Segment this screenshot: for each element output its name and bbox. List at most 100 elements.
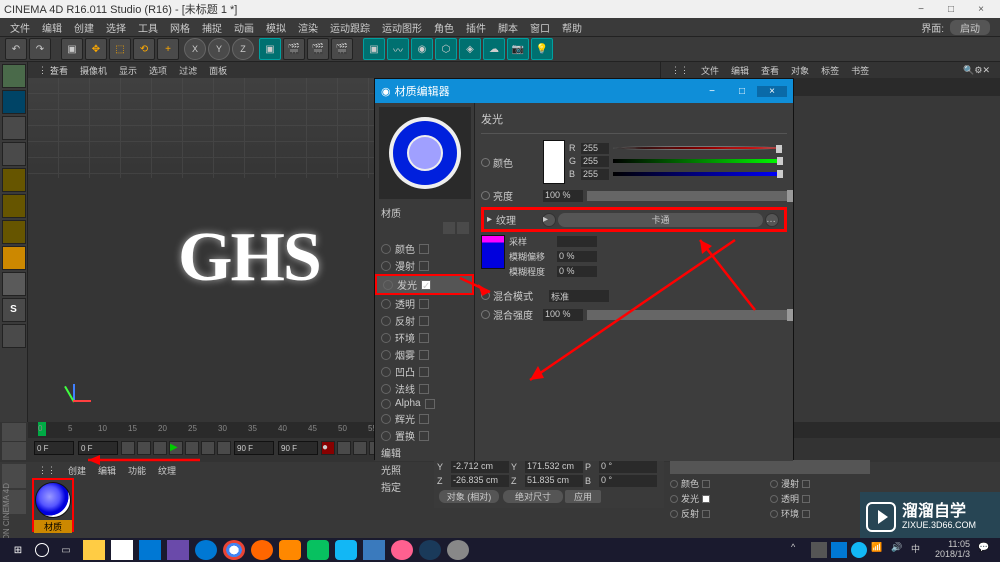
select-tool[interactable]: ▣	[61, 38, 83, 60]
material-editor-titlebar[interactable]: ◉ 材质编辑器 − □ ×	[375, 79, 793, 103]
add-spline-button[interactable]: 〰	[387, 38, 409, 60]
menu-snap[interactable]: 捕捉	[196, 20, 228, 35]
add-cube-button[interactable]: ▣	[363, 38, 385, 60]
tl-play-button[interactable]: ▶	[169, 441, 183, 455]
mm-texture[interactable]: 纹理	[152, 464, 182, 477]
add-env-button[interactable]: ☁	[483, 38, 505, 60]
tl-icon-1[interactable]	[2, 423, 26, 441]
model-mode-icon[interactable]	[2, 90, 26, 114]
channel-reflection[interactable]: 反射	[375, 312, 474, 329]
menu-plugins[interactable]: 插件	[460, 20, 492, 35]
mix-mode-select[interactable]: 标准	[549, 290, 609, 302]
rotate-tool[interactable]: ⟲	[133, 38, 155, 60]
size-mode-select[interactable]: 绝对尺寸	[503, 490, 563, 503]
g-slider[interactable]	[613, 159, 783, 163]
maximize-button[interactable]: □	[936, 4, 966, 15]
channel-fog[interactable]: 烟雾	[375, 346, 474, 363]
apply-button[interactable]: 应用	[565, 490, 601, 503]
poly-mode-icon[interactable]	[2, 220, 26, 244]
color-swatch[interactable]	[543, 140, 565, 184]
r-slider[interactable]	[613, 146, 783, 150]
texture-browse-button[interactable]: …	[765, 213, 779, 227]
menu-track[interactable]: 运动跟踪	[324, 20, 376, 35]
tray-volume-icon[interactable]: 🔊	[891, 542, 907, 558]
texture-menu-button[interactable]: ▸	[542, 213, 556, 227]
blur-offset-field[interactable]: 0 %	[557, 251, 597, 262]
tl-autokey-button[interactable]	[337, 441, 351, 455]
r-field[interactable]: 255	[581, 143, 609, 154]
tl-key-pos-button[interactable]	[353, 441, 367, 455]
z-lock-button[interactable]: Z	[232, 38, 254, 60]
material-name-field[interactable]: 材质	[375, 203, 474, 222]
menu-sim[interactable]: 模拟	[260, 20, 292, 35]
tray-up-icon[interactable]: ^	[791, 542, 807, 558]
add-generator-button[interactable]: ⬡	[435, 38, 457, 60]
channel-luminance[interactable]: 发光✓	[375, 274, 474, 295]
b-slider[interactable]	[613, 172, 783, 176]
edge-mode-icon[interactable]	[2, 194, 26, 218]
wechat-icon[interactable]	[307, 540, 329, 560]
tl-start-field[interactable]: 0 F	[34, 441, 74, 455]
channel-color[interactable]: 颜色	[375, 240, 474, 257]
om-bookmarks[interactable]: 书签	[845, 64, 875, 77]
mm-function[interactable]: 功能	[122, 464, 152, 477]
blur-scale-field[interactable]: 0 %	[557, 266, 597, 277]
close-button[interactable]: ×	[966, 4, 996, 15]
menu-tools[interactable]: 工具	[132, 20, 164, 35]
tl-next-frame-button[interactable]	[185, 441, 199, 455]
vp-view[interactable]: 查看	[44, 64, 74, 77]
menu-char[interactable]: 角色	[428, 20, 460, 35]
render-settings-button[interactable]: 🎬	[331, 38, 353, 60]
brightness-field[interactable]: 100 %	[543, 190, 583, 202]
om-tags[interactable]: 标签	[815, 64, 845, 77]
add-nurbs-button[interactable]: ◉	[411, 38, 433, 60]
g-field[interactable]: 255	[581, 156, 609, 167]
om-view[interactable]: 查看	[755, 64, 785, 77]
menu-anim[interactable]: 动画	[228, 20, 260, 35]
menu-select[interactable]: 选择	[100, 20, 132, 35]
make-editable-icon[interactable]	[2, 64, 26, 88]
tray-network-icon[interactable]: 📶	[871, 542, 887, 558]
sample-field[interactable]	[557, 236, 597, 247]
snap-enable-icon[interactable]: S	[2, 298, 26, 322]
axis-icon[interactable]	[2, 246, 26, 270]
taskbar-clock[interactable]: 11:05 2018/1/3	[929, 540, 976, 560]
tray-ime-icon[interactable]: 中	[911, 542, 927, 558]
channel-alpha[interactable]: Alpha	[375, 397, 474, 410]
menu-script[interactable]: 脚本	[492, 20, 524, 35]
mix-strength-slider[interactable]	[587, 310, 787, 320]
tl-goto-end-button[interactable]	[217, 441, 231, 455]
vp-display[interactable]: 显示	[113, 64, 143, 77]
channel-illumination[interactable]: 光照	[375, 461, 474, 478]
me-close-button[interactable]: ×	[757, 86, 787, 97]
vp-filter[interactable]: 过滤	[173, 64, 203, 77]
texture-field[interactable]: 卡通	[558, 213, 763, 227]
menu-window[interactable]: 窗口	[524, 20, 556, 35]
app-icon-orange[interactable]	[251, 540, 273, 560]
tl-next-key-button[interactable]	[201, 441, 215, 455]
texture-thumbnail[interactable]	[481, 235, 505, 269]
channel-glow[interactable]: 辉光	[375, 410, 474, 427]
mouse-icon[interactable]	[2, 272, 26, 296]
app-icon-gray[interactable]	[447, 540, 469, 560]
taskview-icon[interactable]: ▭	[55, 540, 77, 560]
layout-selector[interactable]: 启动	[950, 20, 990, 35]
last-tool[interactable]: +	[157, 38, 179, 60]
tray-icon-1[interactable]	[811, 542, 827, 558]
store-icon[interactable]	[111, 540, 133, 560]
tl-record-button[interactable]: ●	[321, 441, 335, 455]
y-lock-button[interactable]: Y	[208, 38, 230, 60]
vp-panel[interactable]: 面板	[203, 64, 233, 77]
mm-create[interactable]: 创建	[62, 464, 92, 477]
scale-tool[interactable]: ⬚	[109, 38, 131, 60]
menu-help[interactable]: 帮助	[556, 20, 588, 35]
channel-assignment[interactable]: 指定	[375, 478, 474, 495]
om-edit[interactable]: 编辑	[725, 64, 755, 77]
me-maximize-button[interactable]: □	[727, 86, 757, 97]
vp-options[interactable]: 选项	[143, 64, 173, 77]
tray-qq-icon[interactable]	[851, 542, 867, 558]
vp-camera[interactable]: 摄像机	[74, 64, 113, 77]
om-file[interactable]: 文件	[695, 64, 725, 77]
tl-icon-2[interactable]	[2, 442, 26, 460]
me-minimize-button[interactable]: −	[697, 86, 727, 97]
